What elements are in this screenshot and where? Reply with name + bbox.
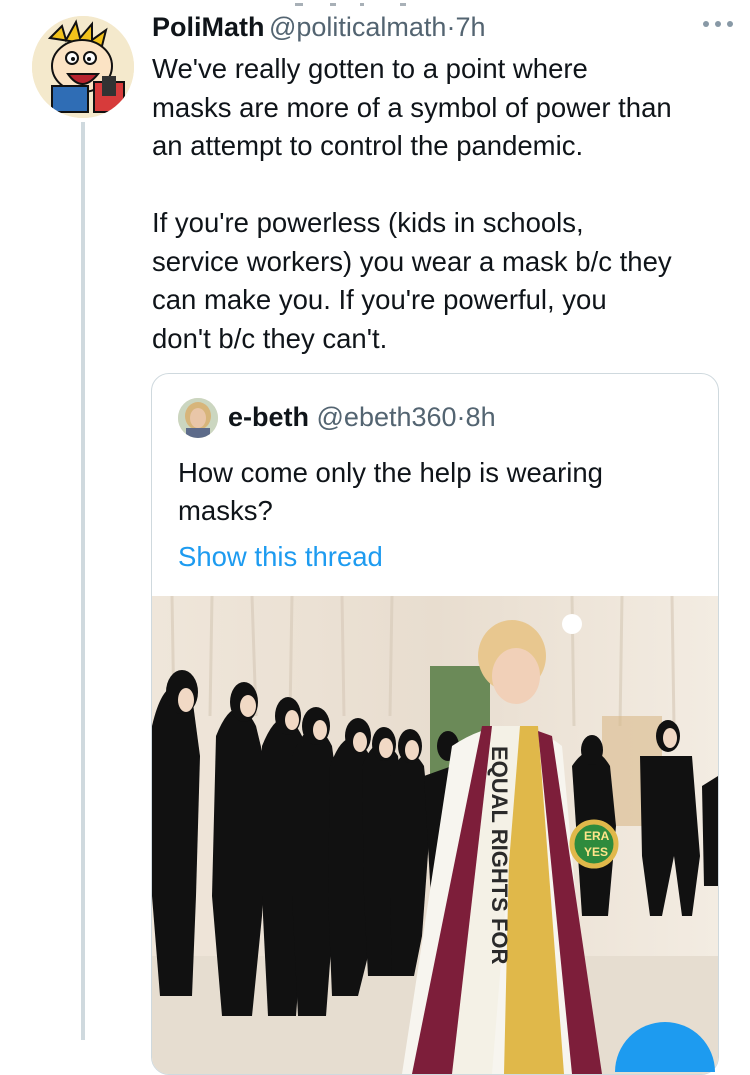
thread-connector-line xyxy=(81,122,85,1040)
quoted-author-name[interactable]: e-beth xyxy=(228,402,309,432)
quoted-author-handle[interactable]: @ebeth360 xyxy=(317,402,457,432)
ellipsis-icon[interactable] xyxy=(700,14,736,34)
quoted-timestamp[interactable]: 8h xyxy=(466,402,496,432)
tweet-header: PoliMath @politicalmath·7h xyxy=(152,12,736,46)
tweet-body: We've really gotten to a point where mas… xyxy=(152,53,672,354)
author-name[interactable]: PoliMath xyxy=(152,12,265,42)
quoted-tweet-card[interactable]: e-beth @ebeth360·8h How come only the he… xyxy=(151,373,719,1075)
previous-tweet-clip xyxy=(0,0,750,10)
quoted-separator-dot: · xyxy=(456,402,466,432)
show-thread-link[interactable]: Show this thread xyxy=(178,541,383,573)
badge-text-2: YES xyxy=(584,845,608,859)
quoted-author-avatar[interactable] xyxy=(178,398,218,438)
author-avatar[interactable] xyxy=(32,16,134,118)
tweet-timestamp[interactable]: 7h xyxy=(455,12,485,42)
quoted-tweet-photo[interactable]: EQUAL RIGHTS FOR ERA YES xyxy=(152,595,718,1074)
badge-text-1: ERA xyxy=(584,829,610,843)
quoted-tweet-body: How come only the help is wearing masks? xyxy=(178,457,603,526)
author-handle[interactable]: @politicalmath xyxy=(269,12,446,42)
quoted-tweet-header: e-beth @ebeth360·8h xyxy=(228,402,496,433)
sash-lettering: EQUAL RIGHTS FOR xyxy=(487,746,512,964)
